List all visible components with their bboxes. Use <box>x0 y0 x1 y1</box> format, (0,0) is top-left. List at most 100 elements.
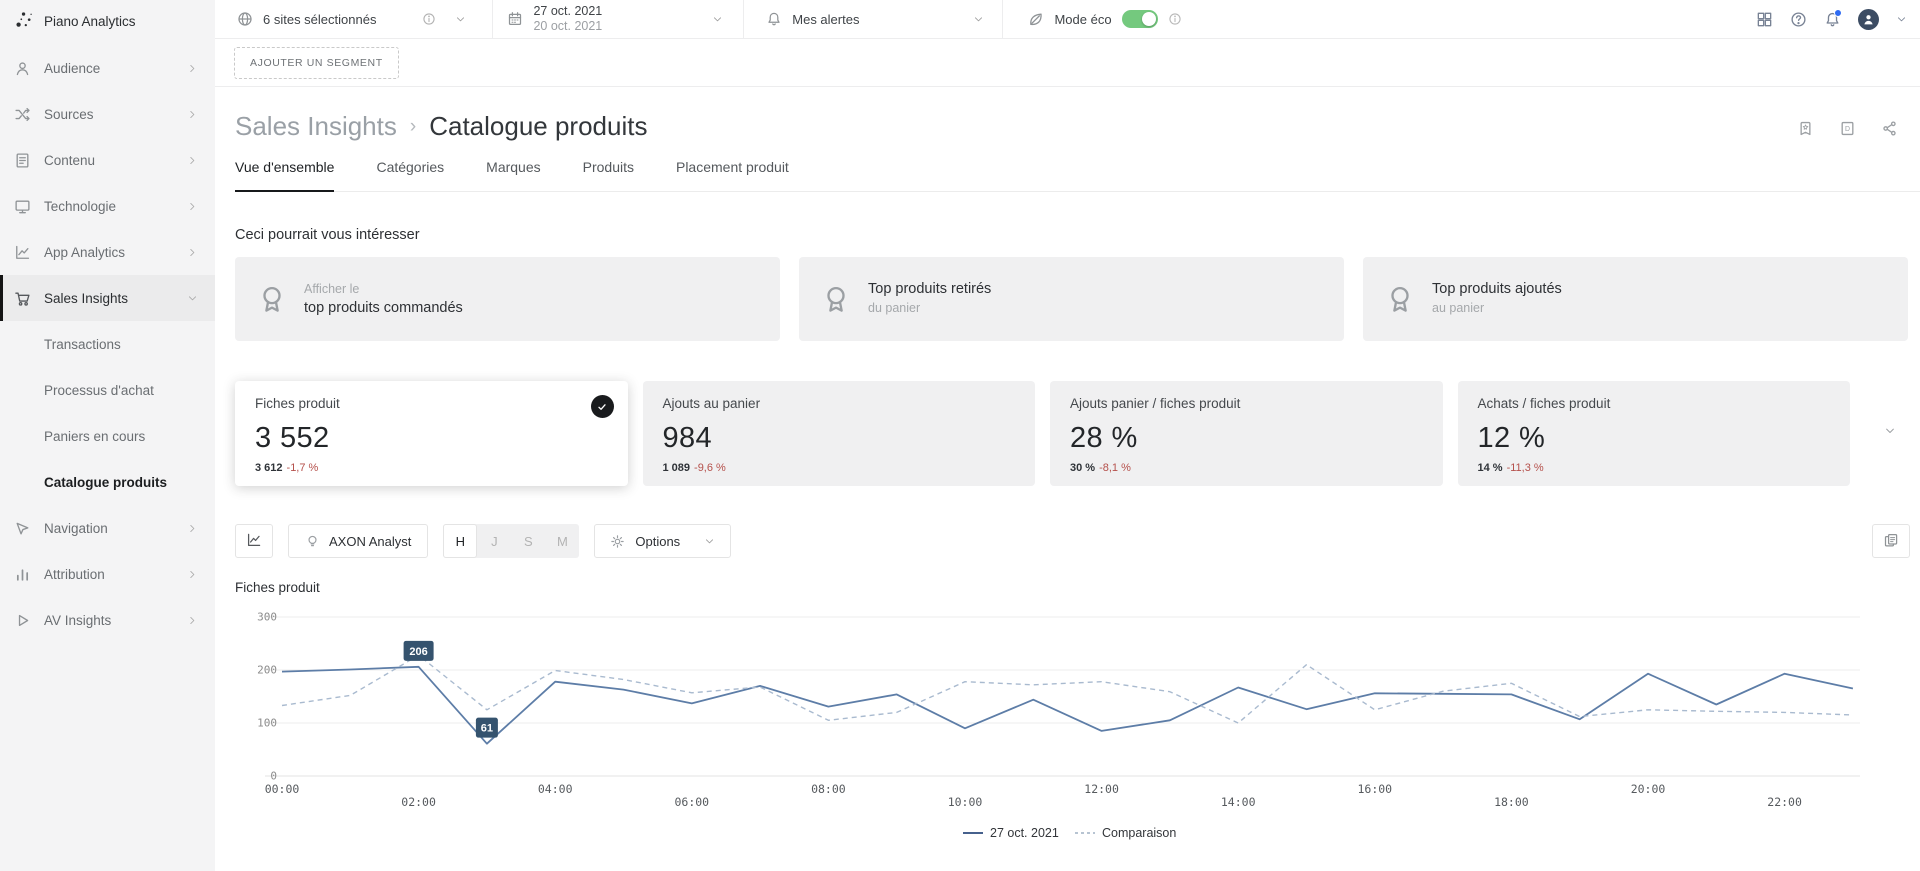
kpi-previous-value: 30 % <box>1070 462 1095 474</box>
svg-text:100: 100 <box>257 717 277 730</box>
export-data-button[interactable] <box>1872 524 1910 558</box>
series-27-oct-2021 <box>282 667 1853 744</box>
point-label-206: 206 <box>404 641 434 661</box>
legend-item-27-oct-2021[interactable]: 27 oct. 2021 <box>963 826 1059 840</box>
sidebar-item-label: AV Insights <box>44 613 111 628</box>
chevron-right-icon <box>187 201 198 212</box>
sidebar-item-sources[interactable]: Sources <box>0 91 215 137</box>
kpi-delta: -1,7 % <box>287 462 319 474</box>
app-logo[interactable]: Piano Analytics <box>0 0 215 42</box>
kpi-card-fiches-produit[interactable]: Fiches produit3 5523 612-1,7 % <box>235 381 628 486</box>
suggestion-line-1: Top produits retirés <box>868 280 991 299</box>
info-icon[interactable] <box>422 12 436 26</box>
period-j[interactable]: J <box>477 524 511 558</box>
axon-analyst-button[interactable]: AXON Analyst <box>288 524 428 558</box>
suggestion-line-2: du panier <box>868 299 991 318</box>
options-button[interactable]: Options <box>594 524 731 558</box>
sidebar-subitem-catalogue-produits[interactable]: Catalogue produits <box>0 459 215 505</box>
tab-cat-gories[interactable]: Catégories <box>376 159 444 191</box>
suggestion-card-top-produits-ajout-s[interactable]: Top produits ajoutésau panier <box>1363 257 1908 341</box>
chevron-right-icon <box>187 247 198 258</box>
segment-bar: AJOUTER UN SEGMENT <box>215 39 1920 87</box>
save-report-icon[interactable]: D <box>1839 120 1856 137</box>
kpi-card-ajouts-panier-fiches-produit[interactable]: Ajouts panier / fiches produit28 %30 %-8… <box>1050 381 1443 486</box>
suggestions-title: Ceci pourrait vous intéresser <box>235 227 1920 243</box>
eco-mode-control: Mode éco <box>1003 0 1181 38</box>
suggestion-line-1: Top produits ajoutés <box>1432 280 1562 299</box>
svg-text:27 oct. 2021: 27 oct. 2021 <box>990 826 1059 840</box>
kpi-label: Ajouts panier / fiches produit <box>1070 396 1423 411</box>
bookmark-icon[interactable] <box>1797 120 1814 137</box>
tab-produits[interactable]: Produits <box>583 159 634 191</box>
user-icon <box>1861 12 1876 27</box>
chevron-down-icon[interactable] <box>712 14 723 25</box>
eco-mode-toggle[interactable] <box>1122 10 1158 28</box>
chart-title: Fiches produit <box>235 580 1920 595</box>
breadcrumb-parent[interactable]: Sales Insights <box>235 111 397 142</box>
chevron-down-icon[interactable] <box>1896 14 1907 25</box>
chevron-right-icon <box>187 155 198 166</box>
legend-item-comparaison[interactable]: Comparaison <box>1075 826 1176 840</box>
suggestion-card-top-produits-command-s[interactable]: Afficher letop produits commandés <box>235 257 780 341</box>
site-selector[interactable]: 6 sites sélectionnés <box>215 0 493 38</box>
sidebar-subitem-processus-d-achat[interactable]: Processus d'achat <box>0 367 215 413</box>
sidebar-item-navigation[interactable]: Navigation <box>0 505 215 551</box>
sidebar-subitem-transactions[interactable]: Transactions <box>0 321 215 367</box>
alerts-selector[interactable]: Mes alertes <box>744 0 1003 38</box>
sidebar-item-contenu[interactable]: Contenu <box>0 137 215 183</box>
chart-type-button[interactable] <box>235 524 273 558</box>
sidebar-item-label: Attribution <box>44 567 105 582</box>
calendar-icon <box>507 11 523 27</box>
chevron-right-icon <box>187 569 198 580</box>
apps-grid-icon[interactable] <box>1756 11 1773 28</box>
kpi-previous-value: 14 % <box>1478 462 1503 474</box>
svg-text:18:00: 18:00 <box>1494 795 1529 809</box>
chevron-down-icon[interactable] <box>455 14 466 25</box>
options-label: Options <box>635 534 680 549</box>
help-icon[interactable] <box>1790 11 1807 28</box>
sites-selected-label: 6 sites sélectionnés <box>263 12 376 27</box>
kpi-cards: Fiches produit3 5523 612-1,7 %Ajouts au … <box>235 381 1920 486</box>
period-m[interactable]: M <box>545 524 579 558</box>
period-s[interactable]: S <box>511 524 545 558</box>
attribution-icon <box>14 566 31 583</box>
svg-text:02:00: 02:00 <box>401 795 436 809</box>
kpi-card-ajouts-au-panier[interactable]: Ajouts au panier9841 089-9,6 % <box>643 381 1036 486</box>
svg-text:10:00: 10:00 <box>948 795 983 809</box>
sidebar-item-sales-insights[interactable]: Sales Insights <box>0 275 215 321</box>
share-icon[interactable] <box>1881 120 1898 137</box>
technology-icon <box>14 198 31 215</box>
sidebar-item-av-insights[interactable]: AV Insights <box>0 597 215 643</box>
sidebar-item-technologie[interactable]: Technologie <box>0 183 215 229</box>
info-icon[interactable] <box>1168 12 1182 26</box>
y-axis: 0100200300 <box>257 611 1860 783</box>
notifications-bell-icon[interactable] <box>1824 11 1841 28</box>
date-range-selector[interactable]: 27 oct. 2021 20 oct. 2021 <box>493 0 744 38</box>
period-h[interactable]: H <box>443 524 477 558</box>
suggestion-card-top-produits-retir-s[interactable]: Top produits retirésdu panier <box>799 257 1344 341</box>
chart-toolbar: AXON Analyst HJSM Options <box>235 524 1920 558</box>
x-axis: 00:0002:0004:0006:0008:0010:0012:0014:00… <box>265 782 1802 809</box>
add-segment-button[interactable]: AJOUTER UN SEGMENT <box>234 47 399 79</box>
tab-vue-d-ensemble[interactable]: Vue d'ensemble <box>235 159 334 192</box>
point-label-61: 61 <box>476 718 498 738</box>
sidebar-subitem-paniers-en-cours[interactable]: Paniers en cours <box>0 413 215 459</box>
suggestion-line-1: Afficher le <box>304 280 463 299</box>
chevron-down-icon[interactable] <box>973 14 984 25</box>
tab-placement-produit[interactable]: Placement produit <box>676 159 789 191</box>
collapse-kpis-chevron-icon[interactable] <box>1884 425 1896 437</box>
cart-icon <box>14 290 31 307</box>
kpi-card-achats-fiches-produit[interactable]: Achats / fiches produit12 %14 %-11,3 % <box>1458 381 1851 486</box>
selected-check-icon <box>591 395 614 418</box>
chevron-down-icon <box>704 536 715 547</box>
suggestion-line-2: au panier <box>1432 299 1562 318</box>
axon-analyst-label: AXON Analyst <box>329 534 411 549</box>
period-selector: HJSM <box>443 524 579 558</box>
line-chart-icon <box>246 532 262 551</box>
sidebar-item-app-analytics[interactable]: App Analytics <box>0 229 215 275</box>
tab-marques[interactable]: Marques <box>486 159 540 191</box>
avatar[interactable] <box>1858 9 1879 30</box>
sidebar-item-audience[interactable]: Audience <box>0 45 215 91</box>
globe-icon <box>237 11 253 27</box>
sidebar-item-attribution[interactable]: Attribution <box>0 551 215 597</box>
